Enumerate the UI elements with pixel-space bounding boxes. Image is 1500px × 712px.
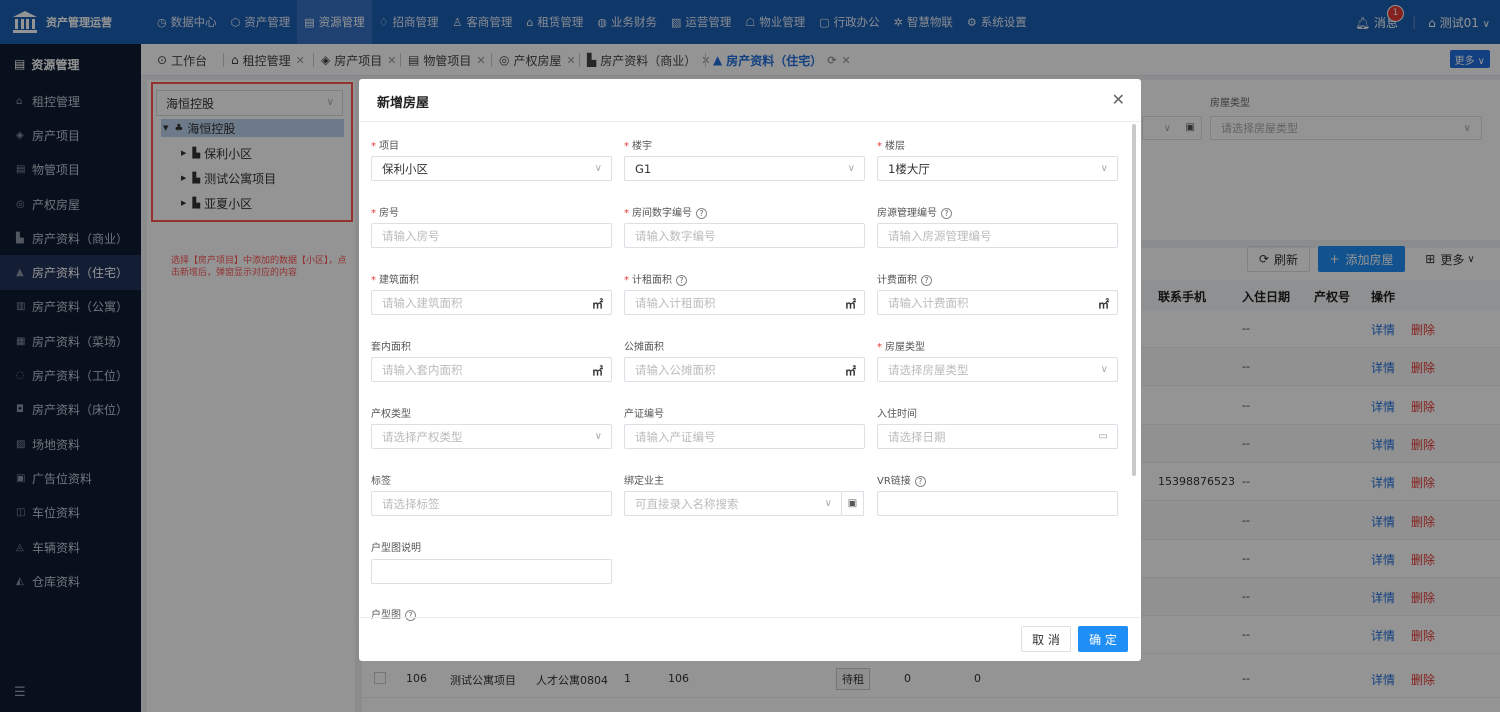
floor-value: 1楼大厅 [888, 161, 930, 176]
fee-area-label: 计费面积? [877, 271, 932, 286]
share-area-label: 公摊面积 [624, 342, 664, 353]
calendar-icon: ▭ [1098, 431, 1108, 442]
owner-search-select[interactable]: 可直接录入名称搜索 ∨ [624, 491, 842, 516]
unit-suffix: ㎡ [592, 365, 603, 378]
chevron-down-icon: ∨ [1100, 163, 1108, 174]
owner-label: 绑定业主 [624, 476, 664, 487]
placeholder: 请输入数字编号 [635, 228, 716, 243]
dialog-header: 新增房屋 ✕ [359, 79, 1141, 122]
dialog-footer: 取 消 确 定 [359, 617, 1141, 661]
placeholder: 请选择日期 [888, 429, 946, 444]
tag-select[interactable]: 请选择标签 [371, 491, 612, 516]
building-label: * 楼宇 [624, 141, 652, 152]
mgmt-no-input[interactable]: 请输入房源管理编号 [877, 223, 1118, 248]
inner-area-label: 套内面积 [371, 342, 411, 353]
unit-suffix: ㎡ [845, 365, 856, 378]
inner-area-input[interactable]: 请输入套内面积 ㎡ [371, 357, 612, 382]
build-area-label: * 建筑面积 [371, 275, 419, 286]
checkin-date-picker[interactable]: 请选择日期 ▭ [877, 424, 1118, 449]
help-icon[interactable]: ? [921, 275, 932, 286]
help-icon[interactable]: ? [914, 476, 926, 487]
chevron-down-icon: ∨ [847, 163, 855, 174]
dialog-title: 新增房屋 [377, 96, 430, 111]
placeholder: 请输入计租面积 [635, 295, 716, 310]
placeholder: 请选择房屋类型 [888, 362, 969, 377]
vr-link-input[interactable] [877, 491, 1118, 516]
chevron-down-icon: ∨ [824, 498, 832, 509]
layout-desc-input[interactable] [371, 559, 612, 584]
room-digit-input[interactable]: 请输入数字编号 [624, 223, 865, 248]
project-label: * 项目 [371, 141, 399, 152]
room-no-label: * 房号 [371, 208, 399, 219]
help-icon[interactable]: ? [696, 208, 707, 219]
cancel-button[interactable]: 取 消 [1021, 626, 1071, 652]
placeholder: 请输入套内面积 [382, 362, 463, 377]
tag-label: 标签 [371, 476, 391, 487]
placeholder: 请选择标签 [382, 496, 440, 511]
prop-type-label: 产权类型 [371, 409, 411, 420]
floor-select[interactable]: 1楼大厅 ∨ [877, 156, 1118, 181]
placeholder: 请输入房号 [382, 228, 440, 243]
clipboard-icon[interactable]: ▣ [842, 491, 864, 516]
cert-no-label: 产证编号 [624, 409, 664, 420]
placeholder: 请输入公摊面积 [635, 362, 716, 377]
placeholder: 请输入建筑面积 [382, 295, 463, 310]
unit-suffix: ㎡ [592, 298, 603, 311]
unit-suffix: ㎡ [1098, 298, 1109, 311]
room-no-input[interactable]: 请输入房号 [371, 223, 612, 248]
placeholder: 可直接录入名称搜索 [635, 496, 739, 511]
floor-label: * 楼层 [877, 141, 905, 152]
layout-desc-label: 户型图说明 [371, 543, 421, 554]
dialog-scrollbar[interactable] [1132, 124, 1136, 476]
vr-label: VR链接? [877, 472, 926, 487]
chevron-down-icon: ∨ [594, 163, 602, 174]
rent-area-input[interactable]: 请输入计租面积 ㎡ [624, 290, 865, 315]
fee-area-input[interactable]: 请输入计费面积 ㎡ [877, 290, 1118, 315]
prop-type-select[interactable]: 请选择产权类型 ∨ [371, 424, 612, 449]
room-digit-label: * 房间数字编号? [624, 204, 707, 219]
chevron-down-icon: ∨ [594, 431, 602, 442]
room-type-label: * 房屋类型 [877, 342, 925, 353]
project-select[interactable]: 保利小区 ∨ [371, 156, 612, 181]
checkin-label: 入住时间 [877, 409, 917, 420]
room-type-select[interactable]: 请选择房屋类型 ∨ [877, 357, 1118, 382]
building-select[interactable]: G1 ∨ [624, 156, 865, 181]
mgmt-no-label: 房源管理编号? [877, 204, 952, 219]
placeholder: 请输入产证编号 [635, 429, 716, 444]
add-room-dialog: 新增房屋 ✕ * 项目 保利小区 ∨ * 楼宇 G1 ∨ * 楼层 1楼大厅 ∨ * 房号 请… [359, 79, 1141, 661]
project-value: 保利小区 [382, 161, 428, 176]
build-area-input[interactable]: 请输入建筑面积 ㎡ [371, 290, 612, 315]
placeholder: 请输入房源管理编号 [888, 228, 992, 243]
building-value: G1 [635, 161, 652, 176]
rent-area-label: * 计租面积? [624, 271, 687, 286]
help-icon[interactable]: ? [941, 208, 952, 219]
placeholder: 请输入计费面积 [888, 295, 969, 310]
placeholder: 请选择产权类型 [382, 429, 463, 444]
share-area-input[interactable]: 请输入公摊面积 ㎡ [624, 357, 865, 382]
unit-suffix: ㎡ [845, 298, 856, 311]
cert-no-input[interactable]: 请输入产证编号 [624, 424, 865, 449]
chevron-down-icon: ∨ [1100, 364, 1108, 375]
help-icon[interactable]: ? [676, 275, 687, 286]
close-icon[interactable]: ✕ [1112, 90, 1125, 109]
confirm-button[interactable]: 确 定 [1078, 626, 1128, 652]
